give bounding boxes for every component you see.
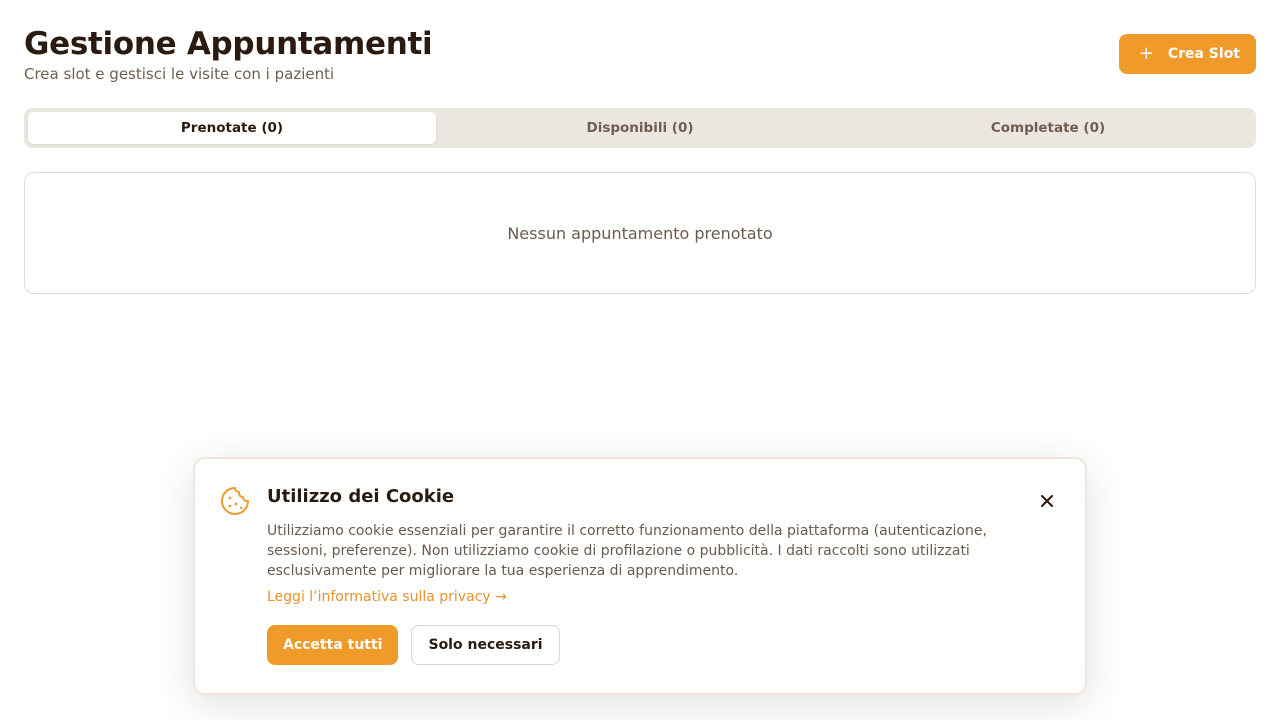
necessary-only-button[interactable]: Solo necessari [411,625,560,665]
appointment-tabs: Prenotate (0) Disponibili (0) Completate… [24,108,1256,148]
accept-all-button[interactable]: Accetta tutti [267,625,399,665]
tab-disponibili[interactable]: Disponibili (0) [436,112,844,144]
create-slot-label: Crea Slot [1167,46,1240,62]
plus-icon: + [1138,43,1154,64]
empty-state-text: Nessun appuntamento prenotato [507,223,773,243]
page-header: Gestione Appuntamenti Crea slot e gestis… [24,24,1256,108]
appointments-page: Gestione Appuntamenti Crea slot e gestis… [0,0,1280,720]
cookie-body: Utilizzo dei Cookie Utilizziamo cookie e… [267,485,1027,665]
page-subtitle: Crea slot e gestisci le visite con i paz… [24,65,335,83]
page-title: Gestione Appuntamenti [24,26,433,62]
privacy-link[interactable]: Leggi l’informativa sulla privacy → [267,589,507,605]
tab-completate[interactable]: Completate (0) [844,112,1252,144]
header-text: Gestione Appuntamenti Crea slot e gestis… [24,24,433,84]
close-icon[interactable] [1039,493,1055,509]
cookie-actions: Accetta tutti Solo necessari [267,625,1027,665]
cookie-banner: Utilizzo dei Cookie Utilizziamo cookie e… [193,457,1087,695]
empty-state-card: Nessun appuntamento prenotato [24,172,1256,294]
tab-prenotate[interactable]: Prenotate (0) [28,112,436,144]
cookie-icon [219,485,251,517]
create-slot-button[interactable]: + Crea Slot [1118,34,1256,74]
cookie-description: Utilizziamo cookie essenziali per garant… [267,523,987,579]
cookie-title: Utilizzo dei Cookie [267,486,455,507]
